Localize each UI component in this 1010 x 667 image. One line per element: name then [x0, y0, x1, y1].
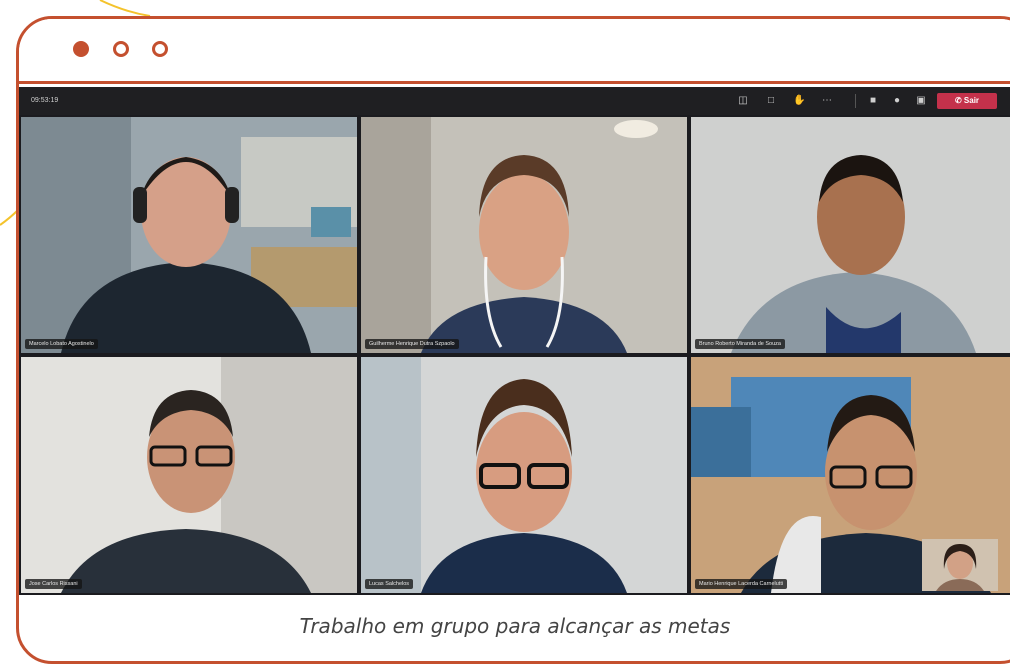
- participant-video: [361, 117, 687, 353]
- share-screen-icon[interactable]: ▣: [915, 95, 927, 107]
- video-call-screen: 09:53:19 ◫ □ ✋ ⋯ ■ ● ▣ ✆ Sair Marcelo Lo…: [19, 87, 1010, 595]
- participant-name: Bruno Roberto Miranda de Souza: [695, 339, 785, 349]
- call-timer: 09:53:19: [31, 97, 59, 104]
- self-view-image: [922, 539, 998, 591]
- titlebar-divider: [19, 81, 1010, 84]
- video-tile[interactable]: Lucas Salchelos: [361, 357, 687, 593]
- minimize-dot[interactable]: [113, 41, 129, 57]
- window-titlebar: [19, 19, 1010, 81]
- participant-name: Marcelo Lobato Agostinelo: [25, 339, 98, 349]
- participant-name: Mario Henrique Lacerda Carnelutti: [695, 579, 788, 589]
- toolbar-divider: [855, 94, 856, 108]
- image-caption: Trabalho em grupo para alcançar as metas: [299, 614, 731, 638]
- close-dot[interactable]: [73, 41, 89, 57]
- participant-video: [361, 357, 687, 593]
- leave-button-label: Sair: [963, 96, 980, 105]
- more-options-icon[interactable]: ⋯: [821, 95, 833, 107]
- video-grid: Marcelo Lobato Agostinelo Guilherme Henr…: [19, 117, 1010, 593]
- chat-icon[interactable]: □: [765, 95, 777, 107]
- self-view-video[interactable]: [922, 539, 998, 591]
- video-tile[interactable]: Guilherme Henrique Dutra Szpaolo: [361, 117, 687, 353]
- participant-name: Guilherme Henrique Dutra Szpaolo: [365, 339, 459, 349]
- participant-name: Lucas Salchelos: [365, 579, 414, 589]
- maximize-dot[interactable]: [152, 41, 168, 57]
- participant-name: Jose Carlos Rissani: [25, 579, 82, 589]
- raise-hand-icon[interactable]: ✋: [793, 95, 805, 107]
- video-tile[interactable]: Marcelo Lobato Agostinelo: [21, 117, 357, 353]
- participant-video: [691, 117, 1010, 353]
- camera-icon[interactable]: ■: [867, 95, 879, 107]
- leave-call-button[interactable]: ✆ Sair: [937, 93, 997, 109]
- phone-icon: ✆: [954, 96, 962, 105]
- microphone-icon[interactable]: ●: [891, 95, 903, 107]
- participant-video: [21, 117, 357, 353]
- participants-icon[interactable]: ◫: [737, 95, 749, 107]
- video-tile[interactable]: Bruno Roberto Miranda de Souza: [691, 117, 1010, 353]
- participant-video: [21, 357, 357, 593]
- video-tile[interactable]: Jose Carlos Rissani: [21, 357, 357, 593]
- call-toolbar: 09:53:19 ◫ □ ✋ ⋯ ■ ● ▣ ✆ Sair: [19, 87, 1010, 115]
- app-window: 09:53:19 ◫ □ ✋ ⋯ ■ ● ▣ ✆ Sair Marcelo Lo…: [16, 16, 1010, 664]
